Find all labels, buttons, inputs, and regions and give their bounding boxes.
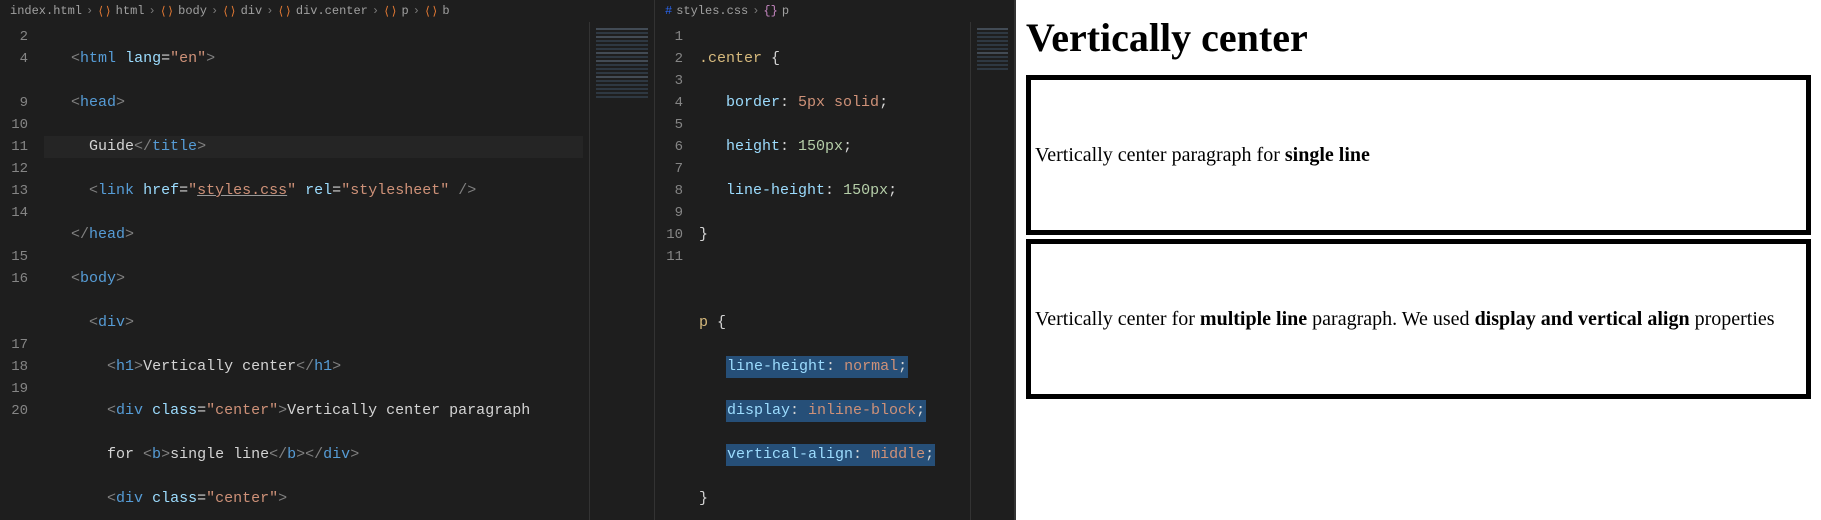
breadcrumb-item[interactable]: p <box>782 4 789 18</box>
html-icon: ⟨⟩ <box>160 4 174 19</box>
code-content[interactable]: <html lang="en"> <head> Guide</title> <l… <box>38 22 589 520</box>
editor-pane-styles-css: # styles.css › {} p 123 456 789 1011 .ce… <box>655 0 1015 520</box>
breadcrumb-item[interactable]: b <box>442 4 449 18</box>
centered-box-multiline: Vertically center for multiple line para… <box>1026 239 1811 399</box>
css-icon: # <box>665 4 672 18</box>
box-text: properties <box>1690 308 1775 330</box>
html-icon: ⟨⟩ <box>277 4 291 19</box>
chevron-right-icon: › <box>211 4 218 18</box>
vertical-scrollbar[interactable] <box>642 0 652 520</box>
box-text: paragraph. We used <box>1307 308 1474 330</box>
breadcrumb-item[interactable]: div <box>241 4 263 18</box>
box-bold-text: multiple line <box>1200 308 1307 330</box>
code-content[interactable]: .center { border: 5px solid; height: 150… <box>693 22 970 520</box>
breadcrumb-item[interactable]: html <box>116 4 145 18</box>
breadcrumb-item[interactable]: index.html <box>10 4 82 18</box>
breadcrumb[interactable]: # styles.css › {} p <box>655 0 1014 22</box>
box-text: Vertically center for <box>1035 308 1200 330</box>
code-editor[interactable]: 249 10111213 141516 1718 1920 <html lang… <box>0 22 654 520</box>
centered-box-single-line: Vertically center paragraph for single l… <box>1026 75 1811 235</box>
box-bold-text: display and vertical align <box>1475 308 1690 330</box>
chevron-right-icon: › <box>372 4 379 18</box>
breadcrumb[interactable]: index.html › ⟨⟩ html › ⟨⟩ body › ⟨⟩ div … <box>0 0 654 22</box>
html-icon: ⟨⟩ <box>97 4 111 19</box>
curly-icon: {} <box>763 4 777 18</box>
chevron-right-icon: › <box>86 4 93 18</box>
html-icon: ⟨⟩ <box>383 4 397 19</box>
breadcrumb-item[interactable]: div.center <box>296 4 368 18</box>
chevron-right-icon: › <box>266 4 273 18</box>
breadcrumb-item[interactable]: body <box>178 4 207 18</box>
browser-preview[interactable]: Vertically center Vertically center para… <box>1015 0 1821 520</box>
html-icon: ⟨⟩ <box>424 4 438 19</box>
chevron-right-icon: › <box>413 4 420 18</box>
page-title: Vertically center <box>1026 14 1811 61</box>
box-text: Vertically center paragraph for <box>1035 144 1285 166</box>
breadcrumb-item[interactable]: p <box>402 4 409 18</box>
html-icon: ⟨⟩ <box>222 4 236 19</box>
box-bold-text: single line <box>1285 144 1370 166</box>
editor-pane-index-html: index.html › ⟨⟩ html › ⟨⟩ body › ⟨⟩ div … <box>0 0 655 520</box>
chevron-right-icon: › <box>148 4 155 18</box>
breadcrumb-item[interactable]: styles.css <box>676 4 748 18</box>
line-number-gutter: 123 456 789 1011 <box>655 22 693 520</box>
code-editor[interactable]: 123 456 789 1011 .center { border: 5px s… <box>655 22 1014 520</box>
line-number-gutter: 249 10111213 141516 1718 1920 <box>0 22 38 520</box>
minimap[interactable] <box>970 22 1014 520</box>
chevron-right-icon: › <box>752 4 759 18</box>
